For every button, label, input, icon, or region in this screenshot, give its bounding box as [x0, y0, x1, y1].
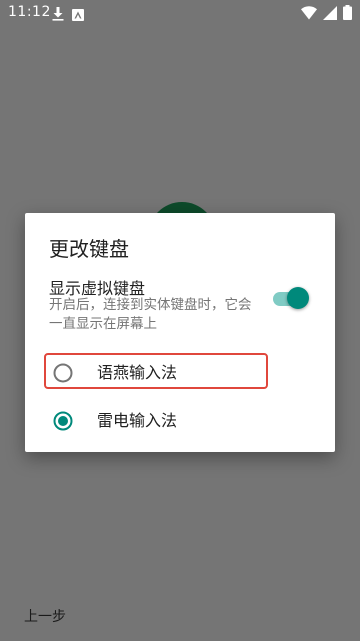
show-virtual-keyboard-switch[interactable] [273, 287, 309, 311]
highlight-annotation-box [44, 353, 268, 389]
keyboard-option-label: 雷电输入法 [97, 411, 178, 430]
wifi-icon [301, 4, 317, 28]
battery-icon [343, 4, 352, 28]
switch-thumb [287, 287, 309, 309]
radio-checked-icon[interactable] [53, 411, 73, 431]
status-bar: 11:12 [0, 0, 360, 24]
screen: 11:12 上一步 更改键盘 显示虚拟键盘 开启后，连接到实体键盘时，它会一直显… [0, 0, 360, 641]
dialog-title: 更改键盘 [49, 237, 129, 261]
cellular-signal-icon [323, 4, 337, 28]
keyboard-option-leidian[interactable]: 雷电输入法 [25, 397, 335, 445]
status-left-icons [52, 5, 84, 29]
change-keyboard-dialog: 更改键盘 显示虚拟键盘 开启后，连接到实体键盘时，它会一直显示在屏幕上 语燕输入… [25, 213, 335, 452]
show-virtual-keyboard-summary: 开启后，连接到实体键盘时，它会一直显示在屏幕上 [49, 297, 252, 332]
status-time: 11:12 [8, 4, 51, 20]
download-icon [52, 5, 64, 29]
status-right-icons [301, 4, 352, 28]
app-notification-icon [72, 5, 84, 29]
back-button[interactable]: 上一步 [24, 606, 66, 626]
